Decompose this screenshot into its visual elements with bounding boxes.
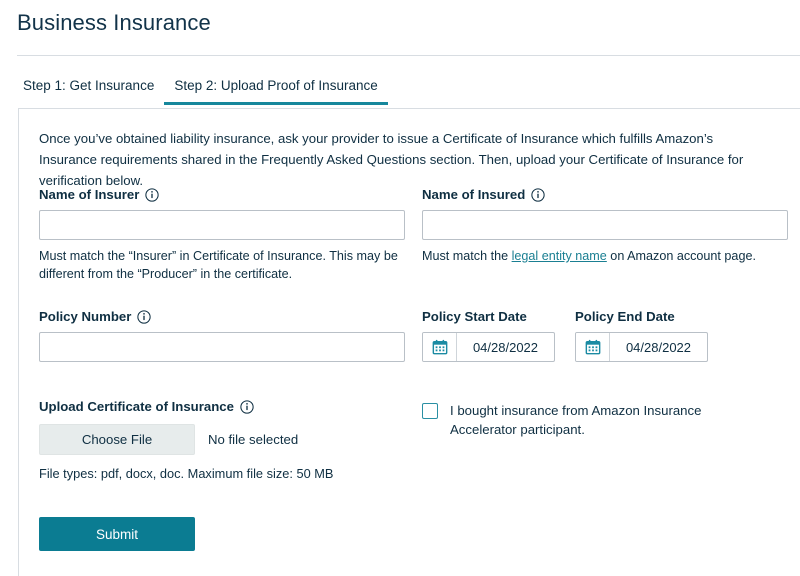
policy-dates-group: Policy Start Date (422, 309, 708, 362)
name-of-insured-label: Name of Insured (422, 187, 788, 202)
name-of-insurer-helper: Must match the “Insurer” in Certificate … (39, 247, 405, 283)
accelerator-checkbox-row[interactable]: I bought insurance from Amazon Insurance… (422, 401, 768, 439)
choose-file-button[interactable]: Choose File (39, 424, 195, 455)
helper-text-before: Must match the (422, 249, 512, 263)
submit-button[interactable]: Submit (39, 517, 195, 551)
tab-step-2[interactable]: Step 2: Upload Proof of Insurance (164, 78, 387, 105)
upload-certificate-label-text: Upload Certificate of Insurance (39, 399, 234, 414)
name-of-insurer-input[interactable] (39, 210, 405, 240)
info-circle-icon[interactable] (145, 188, 159, 202)
policy-number-label-text: Policy Number (39, 309, 131, 324)
calendar-icon[interactable] (576, 333, 610, 361)
policy-number-label: Policy Number (39, 309, 405, 324)
name-of-insured-group: Name of Insured Must match the legal ent… (422, 187, 788, 265)
policy-start-date-value[interactable]: 04/28/2022 (457, 333, 554, 361)
intro-text: Once you’ve obtained liability insurance… (39, 128, 763, 191)
name-of-insured-label-text: Name of Insured (422, 187, 525, 202)
legal-entity-name-link[interactable]: legal entity name (512, 249, 607, 263)
policy-start-date-label: Policy Start Date (422, 309, 555, 324)
file-upload-row: Choose File No file selected (39, 424, 333, 455)
accelerator-checkbox[interactable] (422, 403, 438, 419)
upload-certificate-label: Upload Certificate of Insurance (39, 399, 333, 414)
business-insurance-page: Business Insurance Step 1: Get Insurance… (0, 0, 800, 576)
policy-end-date-label: Policy End Date (575, 309, 708, 324)
info-circle-icon[interactable] (531, 188, 545, 202)
helper-text-after: on Amazon account page. (607, 249, 756, 263)
policy-start-date-field[interactable]: 04/28/2022 (422, 332, 555, 362)
policy-number-input[interactable] (39, 332, 405, 362)
name-of-insurer-label-text: Name of Insurer (39, 187, 139, 202)
calendar-icon[interactable] (423, 333, 457, 361)
policy-start-date-group: Policy Start Date (422, 309, 555, 362)
name-of-insurer-group: Name of Insurer Must match the “Insurer”… (39, 187, 405, 283)
tab-step-1[interactable]: Step 1: Get Insurance (17, 78, 164, 105)
policy-end-date-value[interactable]: 04/28/2022 (610, 333, 707, 361)
no-file-selected-text: No file selected (208, 432, 298, 447)
name-of-insured-helper: Must match the legal entity name on Amaz… (422, 247, 788, 265)
policy-end-date-group: Policy End Date (575, 309, 708, 362)
step-tabs: Step 1: Get Insurance Step 2: Upload Pro… (17, 78, 388, 105)
info-circle-icon[interactable] (240, 400, 254, 414)
info-circle-icon[interactable] (137, 310, 151, 324)
name-of-insurer-label: Name of Insurer (39, 187, 405, 202)
file-types-helper: File types: pdf, docx, doc. Maximum file… (39, 466, 333, 481)
header-divider (17, 55, 800, 56)
policy-end-date-field[interactable]: 04/28/2022 (575, 332, 708, 362)
upload-proof-panel: Once you’ve obtained liability insurance… (18, 108, 800, 576)
page-title: Business Insurance (17, 10, 211, 36)
accelerator-checkbox-group: I bought insurance from Amazon Insurance… (422, 401, 768, 439)
upload-certificate-group: Upload Certificate of Insurance Choose F… (39, 399, 333, 481)
name-of-insured-input[interactable] (422, 210, 788, 240)
accelerator-checkbox-label[interactable]: I bought insurance from Amazon Insurance… (450, 401, 768, 439)
policy-number-group: Policy Number (39, 309, 405, 362)
